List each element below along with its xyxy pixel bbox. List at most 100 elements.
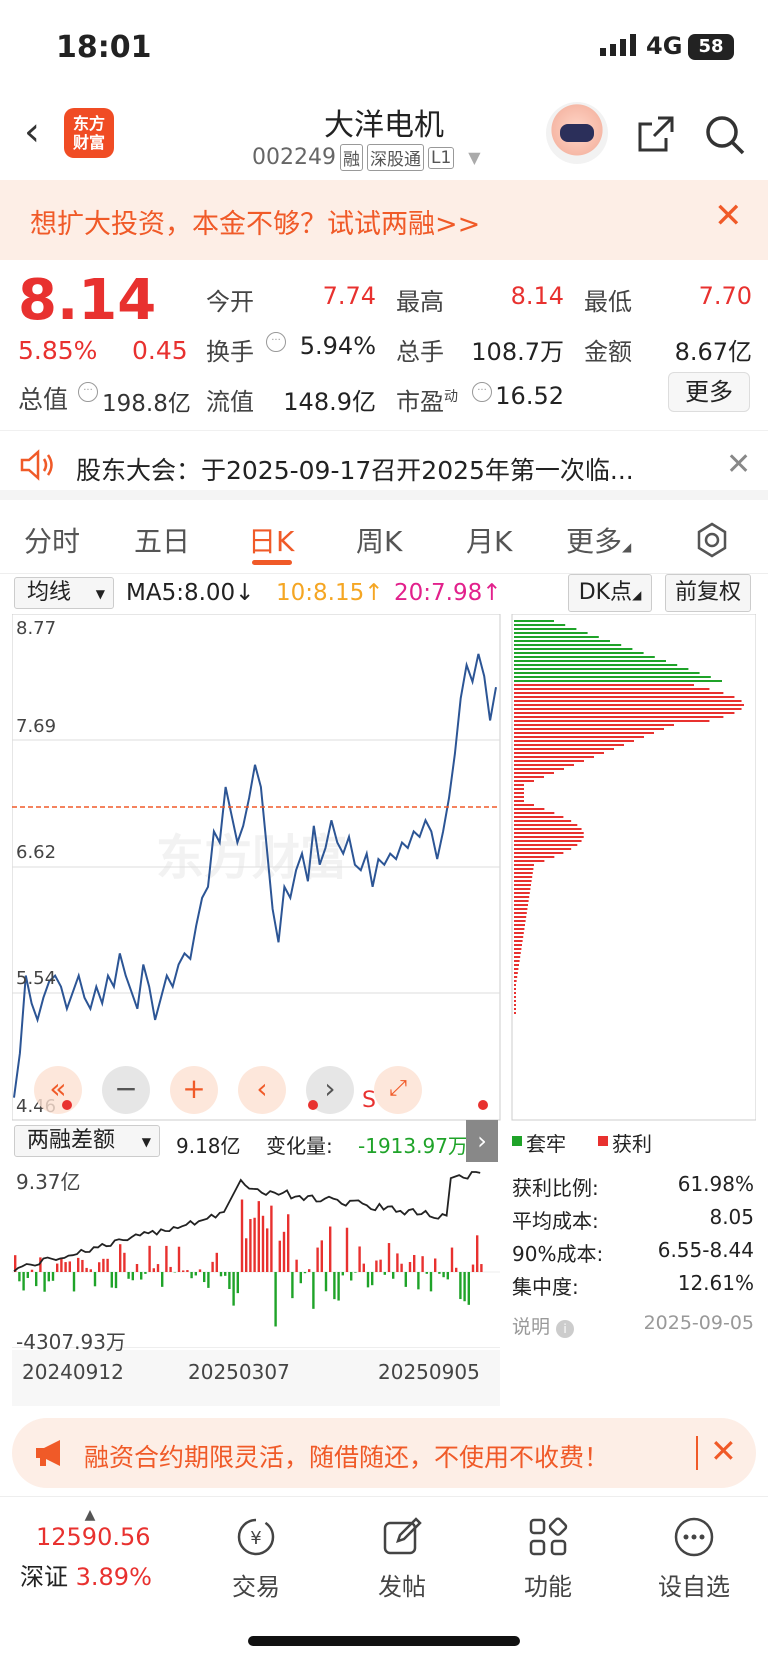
zoom-out-button[interactable]: − <box>102 1066 150 1114</box>
jump-start-button[interactable]: « <box>34 1066 82 1114</box>
index-name: 深证 <box>20 1563 68 1591</box>
amount-label: 金额 <box>584 338 632 366</box>
nav-watchlist[interactable]: 设自选 <box>634 1515 754 1602</box>
explain-link[interactable]: 说明 i <box>512 1312 575 1339</box>
chip-bar <box>514 664 678 666</box>
fullscreen-button[interactable]: ⤢ <box>374 1066 422 1114</box>
chip-bar <box>514 776 544 778</box>
margin-bar <box>459 1272 462 1300</box>
nav-post[interactable]: 发帖 <box>342 1515 462 1602</box>
search-icon[interactable] <box>704 114 746 156</box>
margin-bar <box>123 1252 126 1272</box>
margin-bar <box>68 1261 71 1272</box>
gear-icon[interactable] <box>694 522 730 558</box>
tab-more[interactable]: 更多◢ <box>566 520 631 560</box>
chip-bar <box>514 736 644 738</box>
margin-promo-banner[interactable]: 融资合约期限灵活，随借随还，不使用不收费！ ✕ <box>12 1418 756 1488</box>
promo-bar[interactable]: 想扩大投资，本金不够？试试两融>> ✕ <box>0 180 768 260</box>
chip-bar <box>514 712 735 714</box>
chip-bar <box>514 924 525 926</box>
margin-bar <box>211 1261 214 1272</box>
chip-bar <box>514 876 533 878</box>
more-button[interactable]: 更多 <box>668 372 750 412</box>
scroll-left-button[interactable]: ‹ <box>238 1066 286 1114</box>
chip-bar <box>514 740 634 742</box>
chip-bar <box>514 912 527 914</box>
chip-bar <box>514 1012 516 1014</box>
chip-bar <box>514 832 584 834</box>
zoom-in-button[interactable]: + <box>170 1066 218 1114</box>
chip-bar <box>514 916 527 918</box>
tab-intraday[interactable]: 分时 <box>24 520 80 560</box>
margin-bar <box>257 1201 260 1272</box>
margin-bar <box>434 1258 437 1272</box>
notice-bar[interactable]: 股东大会：于2025-09-17召开2025年第一次临... ✕ <box>0 430 768 500</box>
chip-bar <box>514 748 614 750</box>
margin-indicator-select[interactable]: 两融差额 ▼ <box>14 1125 160 1157</box>
margin-bar <box>345 1227 349 1272</box>
margin-bar <box>232 1272 235 1306</box>
tab-5day[interactable]: 五日 <box>134 520 190 560</box>
expand-arrow-button[interactable]: › <box>466 1120 498 1162</box>
margin-bar <box>400 1263 403 1272</box>
margin-bar <box>207 1272 210 1288</box>
margin-bar <box>329 1226 332 1272</box>
margin-chart <box>12 1162 500 1348</box>
nav-trade[interactable]: ¥ 交易 <box>196 1515 316 1602</box>
x-tick-label: 20250905 <box>378 1360 480 1384</box>
dk-button[interactable]: DK点◢ <box>568 574 652 612</box>
ma-select[interactable]: 均线 ▼ <box>14 577 114 609</box>
margin-bar <box>425 1272 428 1274</box>
margin-bar <box>392 1272 395 1279</box>
stock-header: ‹ 东方 财富 大洋电机 002249 融 深股通 L1 ▼ <box>0 90 768 180</box>
margin-bar <box>228 1272 231 1290</box>
chip-bar <box>514 632 588 634</box>
close-icon[interactable]: ✕ <box>710 1432 737 1470</box>
assistant-avatar[interactable] <box>546 102 608 164</box>
share-icon[interactable] <box>636 114 676 154</box>
chip-bar <box>514 812 555 814</box>
chip-bar <box>514 888 531 890</box>
info-icon[interactable]: ··· <box>266 332 286 352</box>
margin-bar <box>190 1272 193 1279</box>
adjust-button[interactable]: 前复权 <box>665 574 751 612</box>
chip-bar <box>514 680 722 682</box>
nav-functions[interactable]: 功能 <box>488 1515 608 1602</box>
tab-monthly-k[interactable]: 月K <box>466 520 512 560</box>
margin-bar <box>282 1231 286 1272</box>
close-icon[interactable]: ✕ <box>726 447 751 482</box>
stock-code-row[interactable]: 002249 融 深股通 L1 ▼ <box>252 144 481 171</box>
margin-bar <box>320 1240 323 1272</box>
tab-weekly-k[interactable]: 周K <box>356 520 402 560</box>
price-chart[interactable]: 东方财富 <box>12 614 756 1122</box>
margin-bar <box>18 1272 21 1282</box>
stat-label: 平均成本: <box>512 1209 599 1233</box>
index-ticker[interactable]: ▲ 12590.56 深证 3.89% <box>20 1507 180 1592</box>
margin-bar <box>148 1245 151 1272</box>
tab-daily-k[interactable]: 日K <box>248 520 294 560</box>
chip-bar <box>514 960 520 962</box>
margin-y-top: 9.37亿 <box>16 1170 81 1194</box>
margin-bar <box>245 1238 248 1272</box>
info-icon: i <box>556 1320 575 1338</box>
margin-bar <box>119 1244 122 1272</box>
margin-bar <box>182 1270 185 1272</box>
edit-icon <box>383 1517 422 1555</box>
close-icon[interactable]: ✕ <box>714 196 743 236</box>
low-value: 7.70 <box>698 282 752 310</box>
margin-bar <box>35 1272 38 1287</box>
active-tab-indicator <box>252 560 292 565</box>
chip-bar <box>514 784 524 786</box>
margin-bar <box>93 1272 97 1287</box>
margin-bar <box>169 1266 172 1272</box>
chip-bar <box>514 692 724 694</box>
signal-dot <box>308 1100 318 1110</box>
y-tick-label: 5.54 <box>16 968 57 989</box>
info-icon[interactable]: ··· <box>78 382 98 402</box>
info-icon[interactable]: ··· <box>472 382 492 402</box>
banner-text: 融资合约期限灵活，随借随还，不使用不收费！ <box>84 1443 610 1472</box>
chip-bar <box>514 672 700 674</box>
margin-bar <box>47 1272 50 1282</box>
chip-bar <box>514 820 572 822</box>
margin-bar <box>165 1245 168 1272</box>
